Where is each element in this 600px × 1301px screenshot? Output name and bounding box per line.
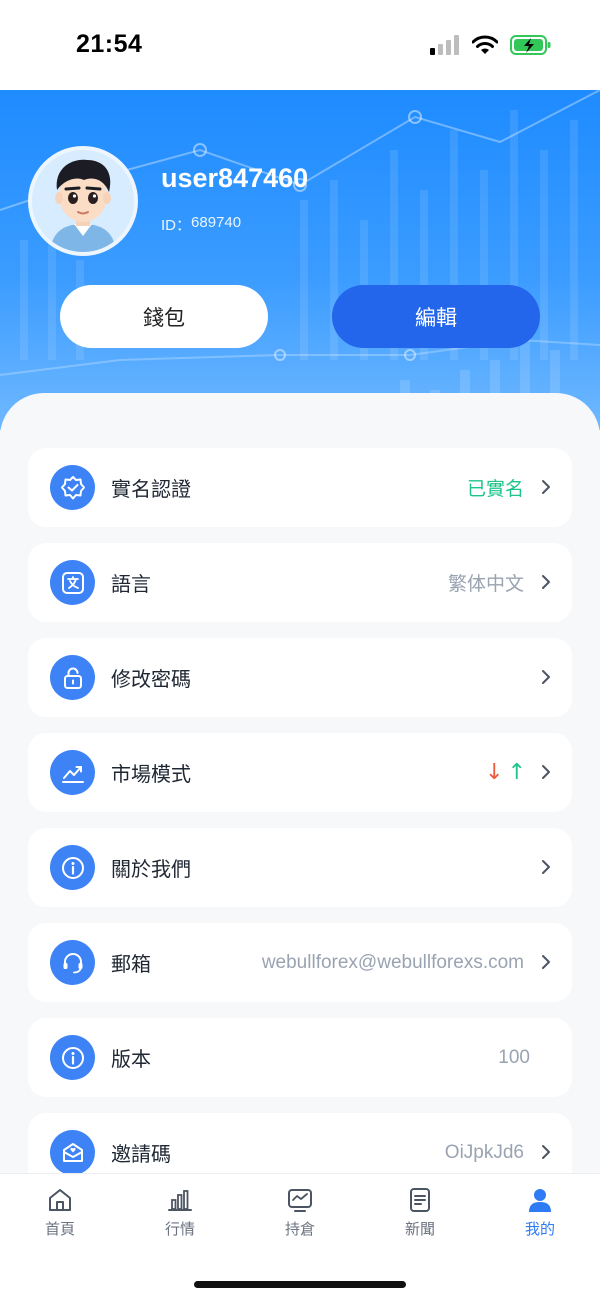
- chevron-right-icon: [542, 765, 550, 779]
- menu-item-label: 市場模式: [111, 762, 191, 786]
- lock-icon: [50, 655, 95, 700]
- username: user847460: [161, 163, 309, 193]
- chart-trend-icon: [50, 750, 95, 795]
- chevron-right-icon: [542, 1145, 550, 1159]
- verify-badge-icon: [50, 465, 95, 510]
- language-value: 繁体中文: [447, 574, 524, 595]
- user-icon: [529, 1189, 551, 1212]
- monitor-icon: [288, 1189, 312, 1212]
- tab-positions[interactable]: 持倉: [240, 1186, 360, 1239]
- menu-item-version: 版本 100: [28, 1018, 572, 1097]
- verification-status: 已實名: [466, 478, 524, 500]
- down-arrow-icon: ↓: [485, 760, 504, 785]
- profile-screen: 21:54 user847460 ID： 689740 錢包 編輯 實名認證 已…: [0, 0, 600, 1301]
- menu-item-about-us[interactable]: 關於我們: [28, 828, 572, 907]
- profile-header: user847460 ID： 689740 錢包 編輯: [0, 90, 600, 430]
- menu-item-real-name-verification[interactable]: 實名認證 已實名: [28, 448, 572, 527]
- menu-item-label: 郵箱: [111, 952, 151, 976]
- document-icon: [410, 1188, 430, 1212]
- wallet-button[interactable]: 錢包: [60, 285, 268, 348]
- battery-charging-icon: [510, 35, 551, 55]
- tab-label: 新聞: [404, 1220, 435, 1238]
- menu-item-label: 邀請碼: [111, 1142, 171, 1166]
- cellular-signal-icon: [430, 35, 459, 55]
- home-indicator[interactable]: [194, 1281, 406, 1288]
- language-icon: [50, 560, 95, 605]
- avatar-illustration: [32, 150, 134, 252]
- menu-item-label: 關於我們: [111, 857, 191, 881]
- mail-heart-icon: [50, 1130, 95, 1173]
- wifi-icon: [472, 35, 498, 54]
- chevron-right-icon: [542, 860, 550, 874]
- tab-me[interactable]: 我的: [480, 1186, 600, 1239]
- menu-item-market-mode[interactable]: 市場模式 ↓ ↑: [28, 733, 572, 812]
- menu-item-label: 實名認證: [111, 477, 191, 501]
- tab-home[interactable]: 首頁: [0, 1186, 120, 1239]
- status-time: 21:54: [76, 30, 143, 58]
- up-arrow-icon: ↑: [507, 760, 526, 785]
- bar-chart-icon: [168, 1190, 192, 1211]
- chevron-right-icon: [542, 955, 550, 969]
- menu-item-label: 修改密碼: [111, 667, 191, 691]
- menu-item-label: 版本: [111, 1047, 151, 1071]
- menu-item-email[interactable]: 郵箱 webullforex@webullforexs.com: [28, 923, 572, 1002]
- invitation-code-value: OiJpkJd6: [444, 1141, 524, 1163]
- tab-label: 持倉: [284, 1220, 315, 1238]
- info-icon: [50, 1035, 95, 1080]
- chevron-right-icon: [542, 670, 550, 684]
- headset-icon: [50, 940, 95, 985]
- version-value: 100: [498, 1046, 530, 1068]
- chevron-right-icon: [542, 575, 550, 589]
- settings-list: 實名認證 已實名 語言 繁体中文 修改密碼 市場模式 ↓ ↑ 關於我們 郵箱 w…: [0, 393, 600, 1173]
- tab-label: 首頁: [44, 1220, 75, 1238]
- header-chart-background: [0, 90, 600, 430]
- menu-item-change-password[interactable]: 修改密碼: [28, 638, 572, 717]
- email-value: webullforex@webullforexs.com: [261, 951, 524, 973]
- home-icon: [49, 1189, 71, 1211]
- chevron-right-icon: [542, 480, 550, 494]
- status-icons: [430, 32, 552, 58]
- user-id-label: ID：: [161, 217, 192, 234]
- edit-profile-button[interactable]: 編輯: [332, 285, 540, 348]
- tab-news[interactable]: 新聞: [360, 1186, 480, 1239]
- tab-label: 行情: [164, 1220, 195, 1238]
- tab-market[interactable]: 行情: [120, 1186, 240, 1239]
- menu-item-invitation-code[interactable]: 邀請碼 OiJpkJd6: [28, 1113, 572, 1173]
- user-id: ID： 689740: [161, 214, 241, 235]
- menu-item-label: 語言: [111, 572, 151, 596]
- status-bar: 21:54: [0, 0, 600, 90]
- bottom-tab-bar: 首頁 行情 持倉 新聞 我的: [0, 1173, 600, 1301]
- avatar[interactable]: [28, 146, 138, 256]
- market-mode-indicator: ↓ ↑: [485, 760, 526, 785]
- tab-label: 我的: [524, 1220, 555, 1238]
- user-id-value: 689740: [191, 214, 242, 231]
- menu-item-language[interactable]: 語言 繁体中文: [28, 543, 572, 622]
- info-icon: [50, 845, 95, 890]
